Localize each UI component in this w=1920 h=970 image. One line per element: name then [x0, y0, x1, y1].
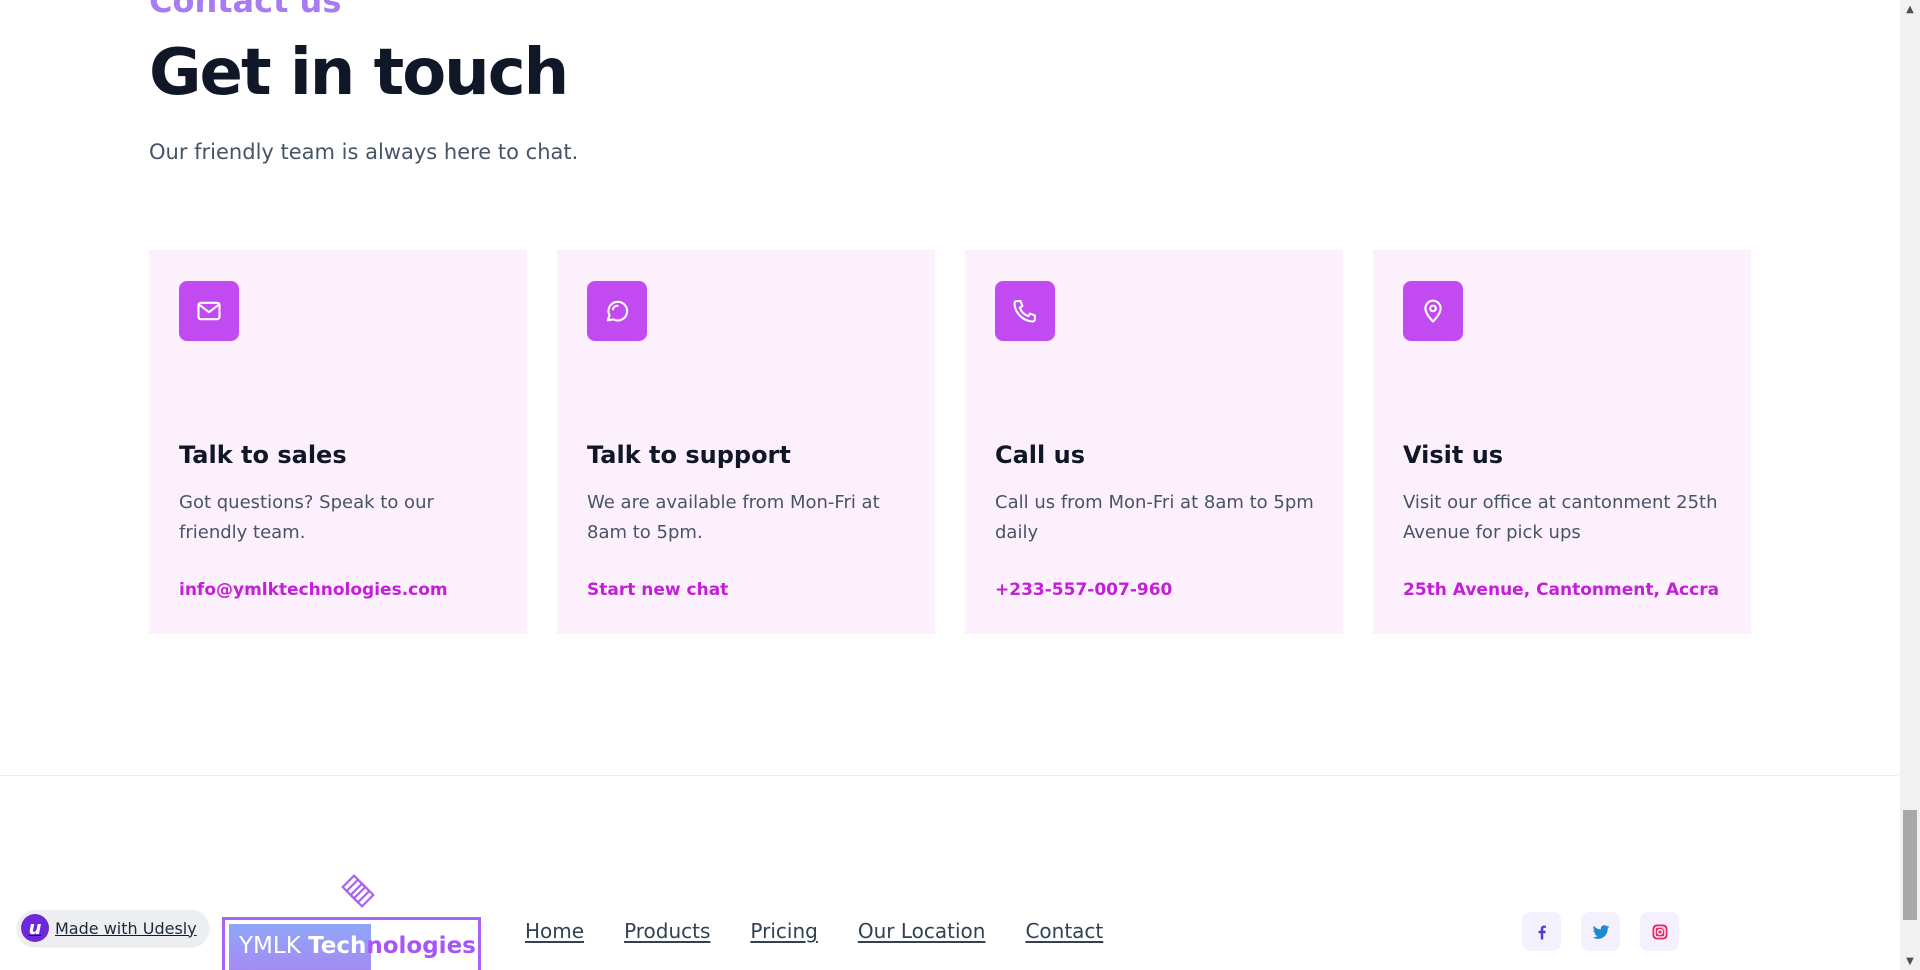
card-description: We are available from Mon-Fri at 8am to … — [587, 492, 880, 543]
card-description: Call us from Mon-Fri at 8am to 5pm daily — [995, 492, 1314, 543]
footer-link-our-location[interactable]: Our Location — [858, 919, 986, 943]
logo-wordmark: YMLK Technologies — [222, 917, 481, 970]
phone-link[interactable]: +233-557-007-960 — [995, 580, 1172, 600]
logo-text: YMLK Technologies — [239, 933, 476, 959]
card-title: Call us — [995, 441, 1085, 469]
instagram-button[interactable] — [1640, 912, 1679, 951]
social-links — [1522, 912, 1679, 951]
sales-email-link[interactable]: info@ymlktechnologies.com — [179, 580, 448, 600]
made-with-udesly-badge[interactable]: u Made with Udesly — [17, 910, 209, 946]
start-chat-link[interactable]: Start new chat — [587, 580, 728, 600]
phone-icon — [995, 281, 1055, 341]
footer-link-contact[interactable]: Contact — [1025, 919, 1103, 943]
scroll-down-arrow-icon[interactable]: ▼ — [1900, 952, 1920, 970]
card-description: Visit our office at cantonment 25th Aven… — [1403, 492, 1718, 543]
footer-nav: Home Products Pricing Our Location Conta… — [525, 919, 1103, 943]
card-title: Talk to sales — [179, 441, 347, 469]
footer-link-home[interactable]: Home — [525, 919, 584, 943]
card-title: Talk to support — [587, 441, 791, 469]
logo-mark-icon — [341, 874, 375, 908]
footer-link-pricing[interactable]: Pricing — [750, 919, 817, 943]
twitter-icon — [1592, 924, 1609, 939]
contact-cards: Talk to sales Got questions? Speak to ou… — [149, 250, 1751, 634]
page-title: Get in touch — [149, 36, 569, 110]
company-logo[interactable]: YMLK Technologies — [222, 870, 481, 970]
card-title: Visit us — [1403, 441, 1504, 469]
card-call-us: Call us Call us from Mon-Fri at 8am to 5… — [965, 250, 1343, 634]
facebook-icon — [1538, 925, 1546, 939]
udesly-logo-icon: u — [21, 914, 49, 942]
card-visit-us: Visit us Visit our office at cantonment … — [1373, 250, 1751, 634]
page: Contact us Get in touch Our friendly tea… — [0, 0, 1920, 970]
map-pin-icon — [1403, 281, 1463, 341]
section-eyebrow: Contact us — [149, 0, 342, 20]
card-talk-to-support: Talk to support We are available from Mo… — [557, 250, 935, 634]
card-talk-to-sales: Talk to sales Got questions? Speak to ou… — [149, 250, 527, 634]
page-subtitle: Our friendly team is always here to chat… — [149, 140, 579, 164]
scrollbar-thumb[interactable] — [1903, 810, 1917, 920]
vertical-scrollbar[interactable]: ▲ ▼ — [1900, 0, 1920, 970]
chat-bubble-icon — [587, 281, 647, 341]
mail-icon — [179, 281, 239, 341]
footer-link-products[interactable]: Products — [624, 919, 710, 943]
footer-divider — [0, 775, 1898, 776]
address-link[interactable]: 25th Avenue, Cantonment, Accra — [1403, 580, 1719, 600]
badge-label: Made with Udesly — [55, 918, 197, 938]
scroll-up-arrow-icon[interactable]: ▲ — [1900, 0, 1920, 18]
facebook-button[interactable] — [1522, 912, 1561, 951]
instagram-icon — [1652, 924, 1667, 939]
card-description: Got questions? Speak to our friendly tea… — [179, 492, 434, 543]
twitter-button[interactable] — [1581, 912, 1620, 951]
